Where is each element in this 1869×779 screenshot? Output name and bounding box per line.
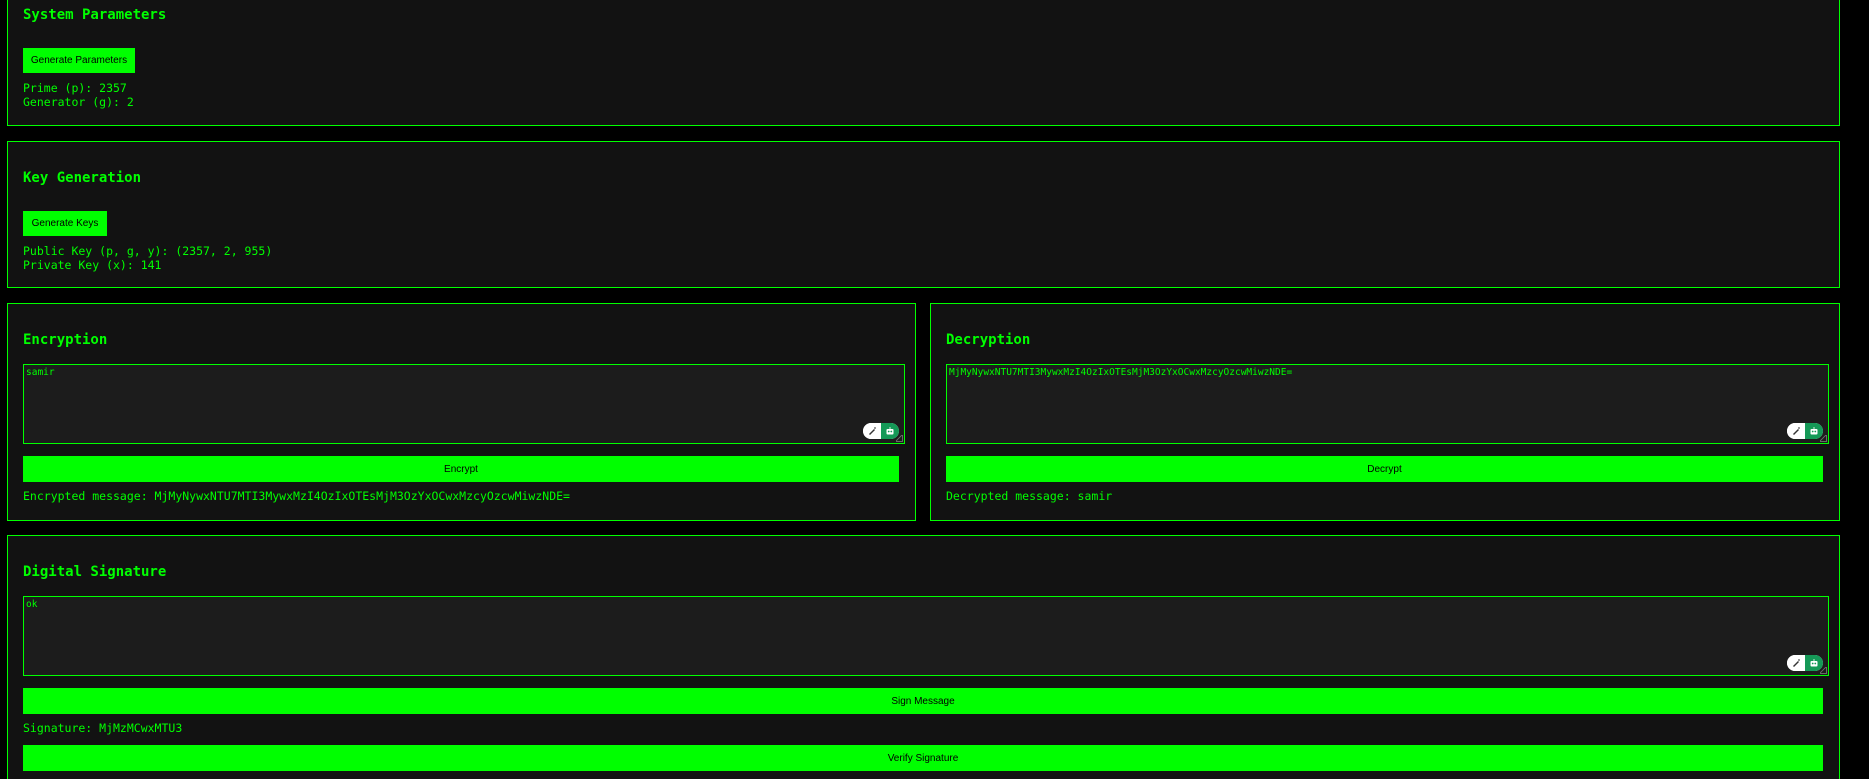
- signature-input[interactable]: ok: [23, 596, 1829, 676]
- encrypt-button[interactable]: Encrypt: [23, 456, 899, 482]
- generate-parameters-button[interactable]: Generate Parameters: [23, 48, 135, 73]
- generate-keys-button[interactable]: Generate Keys: [23, 211, 107, 236]
- public-key-value: Public Key (p, g, y): (2357, 2, 955): [23, 244, 273, 258]
- prime-value: Prime (p): 2357: [23, 81, 127, 95]
- encryption-panel: Encryption samir Encrypt Encrypted messa…: [7, 303, 916, 521]
- system-parameters-panel: System Parameters Generate Parameters Pr…: [7, 0, 1840, 126]
- signature-value: Signature: MjMzMCwxMTU3: [23, 721, 183, 735]
- resize-grip-icon[interactable]: [1820, 667, 1827, 674]
- key-generation-panel: Key Generation Generate Keys Public Key …: [7, 141, 1840, 288]
- resize-grip-icon[interactable]: [1820, 435, 1827, 442]
- pen-icon[interactable]: [1787, 655, 1805, 671]
- encryption-input-text: samir: [26, 367, 55, 378]
- pen-icon[interactable]: [863, 423, 881, 439]
- encryption-title: Encryption: [23, 332, 108, 348]
- decryption-input[interactable]: MjMyNywxNTU7MTI3MywxMzI4OzIxOTEsMjM3OzYx…: [946, 364, 1829, 444]
- digital-signature-panel: Digital Signature ok Sign Message Signat…: [7, 535, 1840, 779]
- digital-signature-title: Digital Signature: [23, 564, 167, 580]
- key-generation-title: Key Generation: [23, 170, 142, 186]
- decrypted-message: Decrypted message: samir: [946, 489, 1113, 503]
- resize-grip-icon[interactable]: [896, 435, 903, 442]
- encrypted-message: Encrypted message: MjMyNywxNTU7MTI3MywxM…: [23, 489, 570, 503]
- pen-icon[interactable]: [1787, 423, 1805, 439]
- extension-widget[interactable]: [1787, 423, 1823, 439]
- system-parameters-title: System Parameters: [23, 7, 167, 23]
- verify-signature-button[interactable]: Verify Signature: [23, 745, 1823, 771]
- signature-input-text: ok: [26, 599, 38, 610]
- extension-widget[interactable]: [863, 423, 899, 439]
- generator-value: Generator (g): 2: [23, 95, 134, 109]
- sign-message-button[interactable]: Sign Message: [23, 688, 1823, 714]
- encryption-input[interactable]: samir: [23, 364, 905, 444]
- extension-widget[interactable]: [1787, 655, 1823, 671]
- decryption-input-text: MjMyNywxNTU7MTI3MywxMzI4OzIxOTEsMjM3OzYx…: [949, 367, 1293, 378]
- decryption-title: Decryption: [946, 332, 1031, 348]
- private-key-value: Private Key (x): 141: [23, 258, 162, 272]
- decrypt-button[interactable]: Decrypt: [946, 456, 1823, 482]
- decryption-panel: Decryption MjMyNywxNTU7MTI3MywxMzI4OzIxO…: [930, 303, 1840, 521]
